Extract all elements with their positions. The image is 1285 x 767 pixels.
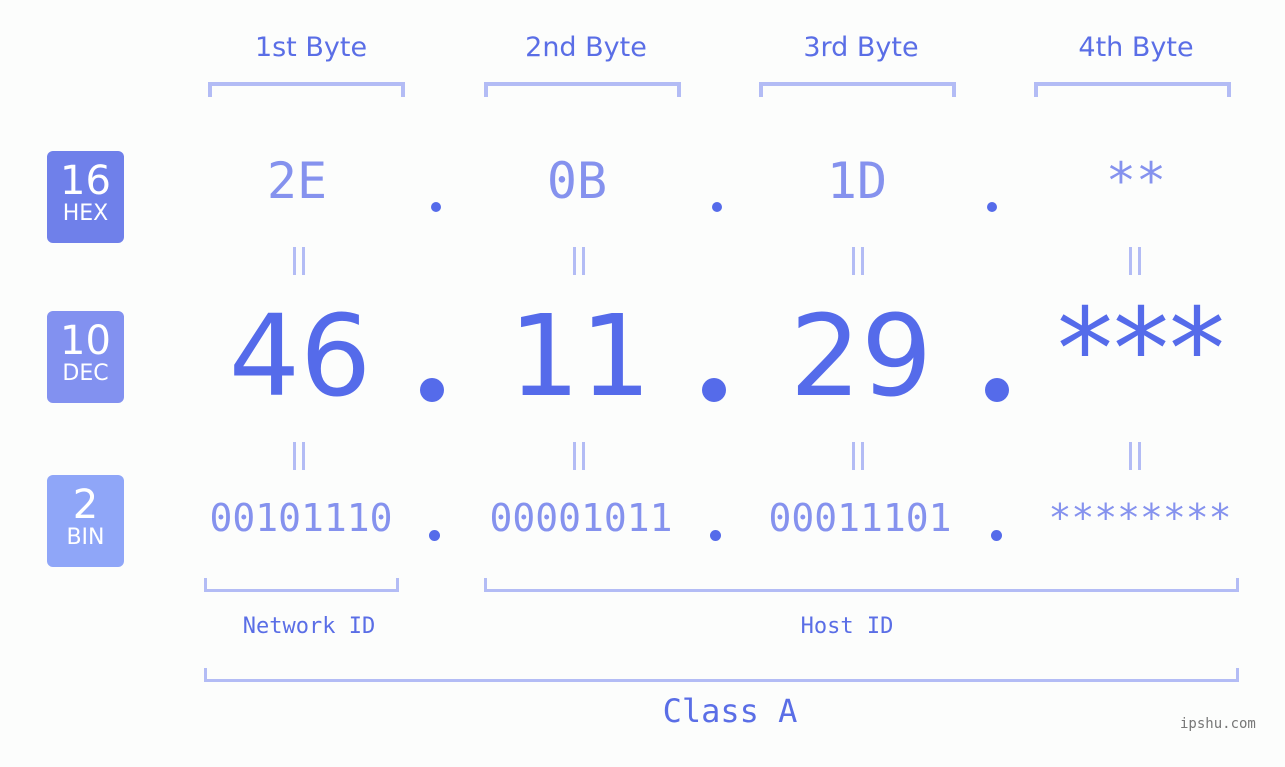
class-label: Class A [662,692,798,730]
equals-icon [571,247,587,275]
bin-octet-3: 00011101 [768,496,952,540]
hex-dot-3 [987,202,997,212]
host-id-label: Host ID [800,614,894,639]
dec-badge: 10 DEC [47,311,124,403]
dec-octet-4: *** [1057,285,1225,415]
byte-bracket-3 [759,82,956,97]
equals-icon [1127,442,1143,470]
bin-dot-3 [991,530,1002,541]
equals-icon [1127,247,1143,275]
byte-bracket-2 [484,82,681,97]
bin-octet-2: 00001011 [489,496,673,540]
byte-label-2: 2nd Byte [525,32,647,63]
bin-badge-base: 2 [72,482,99,528]
dec-octet-3: 29 [789,292,933,422]
bin-badge: 2 BIN [47,475,124,567]
dec-octet-2: 11 [508,292,652,422]
byte-label-3: 3rd Byte [803,32,919,63]
hex-badge-base: 16 [60,158,111,204]
host-id-bracket [484,578,1239,592]
hex-dot-2 [712,202,722,212]
byte-bracket-1 [208,82,405,97]
dec-badge-label: DEC [62,361,109,386]
byte-label-1: 1st Byte [254,32,368,63]
bin-dot-2 [710,530,721,541]
watermark: ipshu.com [1180,716,1256,732]
dec-dot-3 [985,378,1009,402]
network-id-bracket [204,578,399,592]
equals-icon [850,442,866,470]
hex-octet-2: 0B [546,152,608,210]
dec-dot-2 [702,378,726,402]
hex-dot-1 [431,202,441,212]
class-bracket [204,668,1239,682]
equals-icon [291,247,307,275]
dec-badge-base: 10 [60,318,111,364]
equals-icon [291,442,307,470]
hex-badge-label: HEX [62,201,109,226]
hex-octet-1: 2E [266,152,328,210]
bin-badge-label: BIN [66,525,105,550]
byte-bracket-4 [1034,82,1231,97]
byte-label-4: 4th Byte [1078,32,1194,63]
equals-icon [850,247,866,275]
equals-icon [571,442,587,470]
network-id-label: Network ID [242,614,376,639]
hex-octet-3: 1D [826,152,888,210]
hex-octet-4: ** [1105,152,1167,210]
hex-badge: 16 HEX [47,151,124,243]
bin-octet-4: ******** [1048,496,1232,540]
dec-octet-1: 46 [228,292,372,422]
bin-octet-1: 00101110 [209,496,393,540]
bin-dot-1 [429,530,440,541]
dec-dot-1 [420,378,444,402]
